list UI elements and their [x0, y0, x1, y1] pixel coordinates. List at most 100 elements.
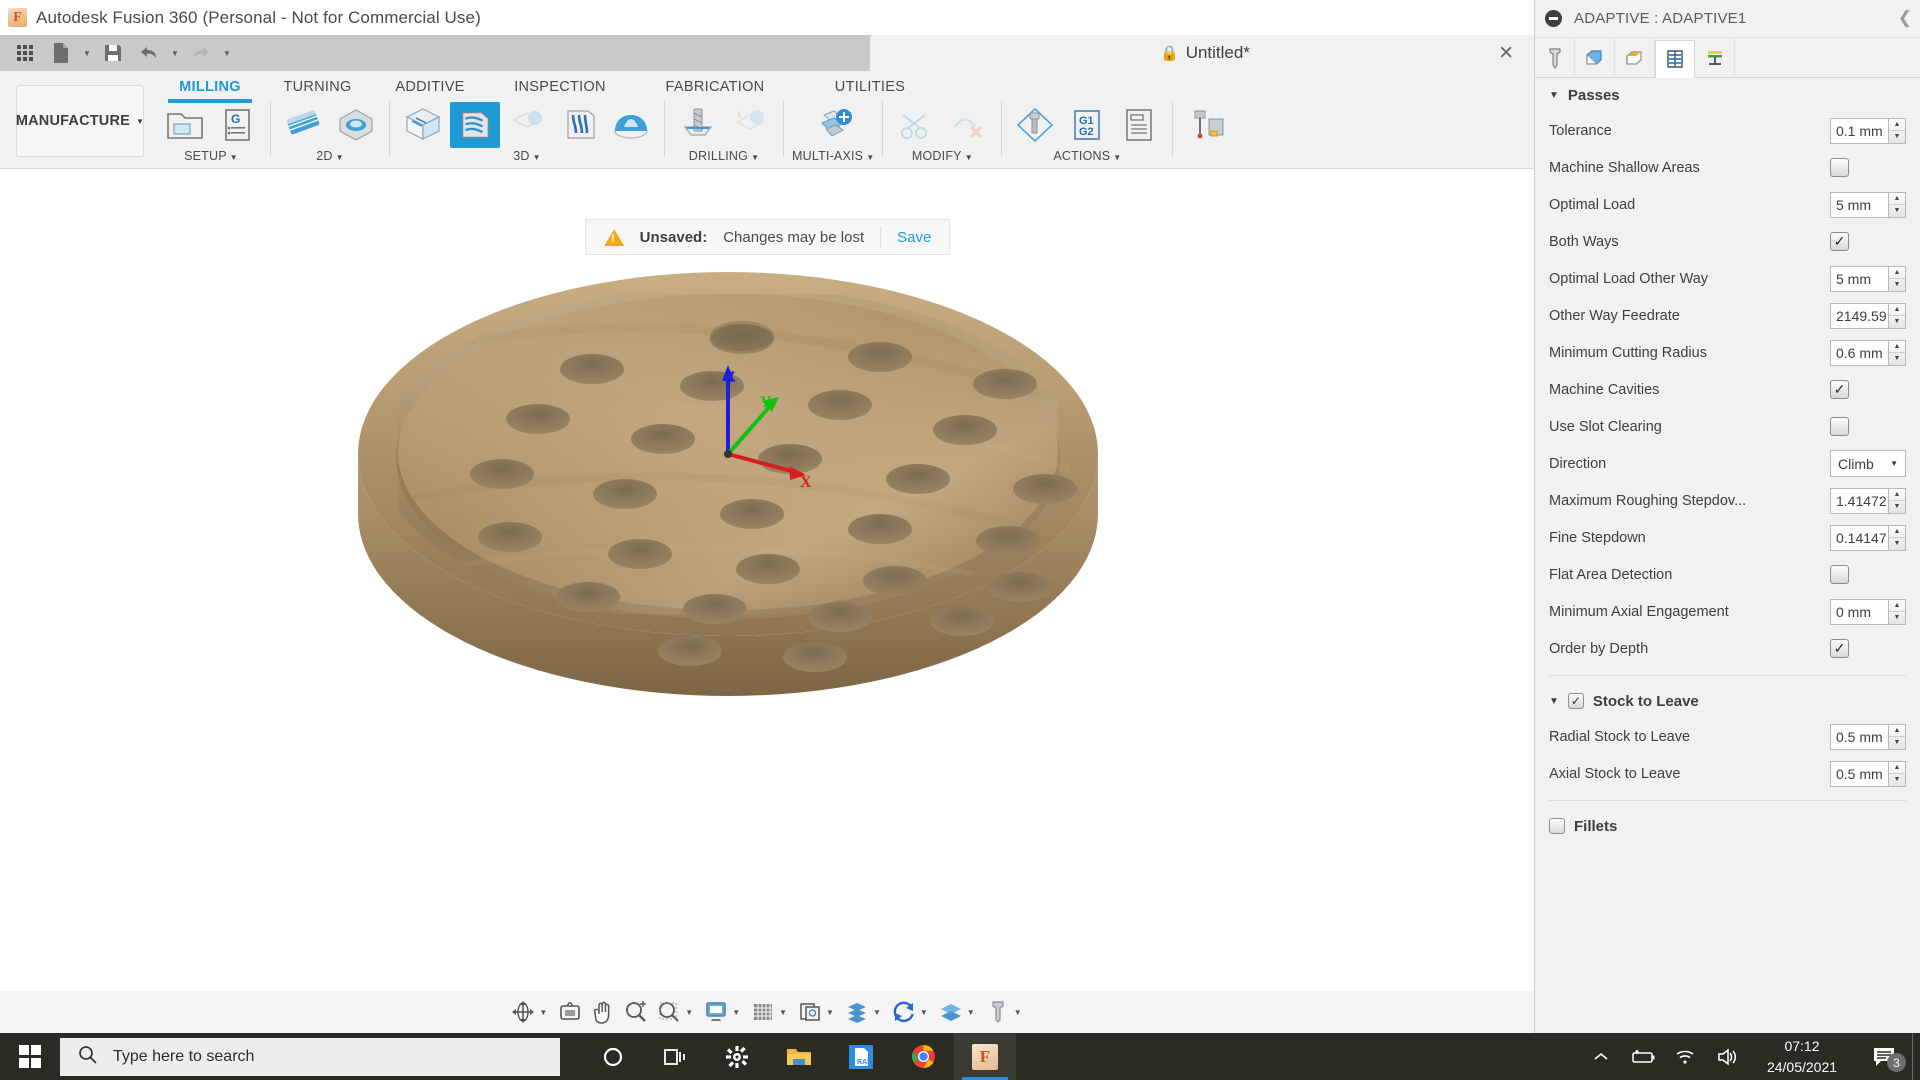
tab-linking[interactable] [1695, 39, 1735, 77]
flat-area-detection-checkbox[interactable] [1830, 565, 1849, 584]
document-tab[interactable]: 🔒 Untitled* ✕ [870, 35, 1540, 71]
tolerance-input[interactable] [1830, 118, 1888, 144]
minimum-cutting-radius-spinner[interactable]: ▲▼ [1830, 340, 1906, 366]
fusion360-icon[interactable]: F [954, 1033, 1016, 1080]
zoom-window-control[interactable]: ▼ [654, 998, 698, 1026]
tab-utilities[interactable]: UTILITIES [795, 71, 945, 99]
new-file-caret-icon[interactable]: ▼ [80, 38, 94, 68]
stock-visibility-icon[interactable] [842, 998, 872, 1026]
optimal-load-other-way-input[interactable] [1830, 266, 1888, 292]
app-grid-icon[interactable] [8, 38, 42, 68]
axial-stock-to-leave-spinner[interactable]: ▲▼ [1830, 761, 1906, 787]
adaptive-clearing-icon[interactable] [450, 102, 500, 148]
parallel-3d-icon[interactable] [398, 102, 448, 148]
delete-toolpath-icon[interactable] [943, 102, 993, 148]
zoom-icon[interactable] [621, 998, 651, 1026]
bore-icon[interactable] [725, 102, 775, 148]
minimum-axial-engagement-spinner[interactable]: ▲▼ [1830, 599, 1906, 625]
minimum-axial-engagement-input[interactable] [1830, 599, 1888, 625]
both-ways-checkbox[interactable]: ✓ [1830, 232, 1849, 251]
simulation-refresh-icon[interactable] [889, 998, 919, 1026]
spinner-buttons[interactable]: ▲▼ [1888, 303, 1906, 329]
viewports-icon[interactable] [795, 998, 825, 1026]
layers-control[interactable]: ▼ [936, 998, 980, 1026]
undo-caret-icon[interactable]: ▼ [168, 38, 182, 68]
grid-snaps-icon[interactable] [748, 998, 778, 1026]
viewport[interactable]: Unsaved: Changes may be lost Save [0, 169, 1535, 1010]
machine-cavities-checkbox[interactable]: ✓ [1830, 380, 1849, 399]
machine-shallow-areas-checkbox[interactable] [1830, 158, 1849, 177]
tab-milling[interactable]: MILLING [160, 71, 260, 99]
battery-charging-icon[interactable] [1622, 1033, 1664, 1080]
zoom-window-icon[interactable] [654, 998, 684, 1026]
minimum-cutting-radius-input[interactable] [1830, 340, 1888, 366]
stock-visibility-control[interactable]: ▼ [842, 998, 886, 1026]
ncprogram-icon[interactable]: G1G2 [1062, 102, 1112, 148]
radial-stock-to-leave-input[interactable] [1830, 724, 1888, 750]
simulation-refresh-control[interactable]: ▼ [889, 998, 933, 1026]
use-slot-clearing-checkbox[interactable] [1830, 417, 1849, 436]
chevron-down-icon[interactable]: ▼ [826, 1008, 834, 1017]
multi-axis-icon[interactable] [808, 102, 858, 148]
other-way-feedrate-spinner[interactable]: ▲▼ [1830, 303, 1906, 329]
tool-icon[interactable] [983, 998, 1013, 1026]
setup-sheet-icon[interactable] [1114, 102, 1164, 148]
fine-stepdown-input[interactable] [1830, 525, 1888, 551]
trim-icon[interactable] [891, 102, 941, 148]
tab-geometry[interactable] [1575, 39, 1615, 77]
cortana-icon[interactable] [582, 1033, 644, 1080]
show-hidden-icons-icon[interactable] [1580, 1033, 1622, 1080]
action-center-icon[interactable]: 3 [1856, 1033, 1912, 1080]
chevron-down-icon[interactable]: ▼ [539, 1008, 547, 1017]
post-process-icon[interactable]: G [212, 102, 262, 148]
chevron-left-icon[interactable]: ❮ [1898, 8, 1912, 28]
minus-circle-icon[interactable] [1545, 10, 1562, 27]
task-view-icon[interactable] [644, 1033, 706, 1080]
chevron-down-icon[interactable]: ▼ [1549, 90, 1559, 101]
spinner-buttons[interactable]: ▲▼ [1888, 488, 1906, 514]
wifi-icon[interactable] [1664, 1033, 1706, 1080]
pocket-clearing-icon[interactable] [502, 102, 552, 148]
redo-caret-icon[interactable]: ▼ [220, 38, 234, 68]
look-at-icon[interactable] [555, 998, 585, 1026]
optimal-load-input[interactable] [1830, 192, 1888, 218]
show-desktop-button[interactable] [1912, 1033, 1920, 1080]
spinner-buttons[interactable]: ▲▼ [1888, 266, 1906, 292]
stock-to-leave-checkbox[interactable]: ✓ [1568, 693, 1584, 709]
chrome-icon[interactable] [892, 1033, 954, 1080]
save-icon[interactable] [96, 38, 130, 68]
maximum-roughing-stepdown-spinner[interactable]: ▲▼ [1830, 488, 1906, 514]
volume-icon[interactable] [1706, 1033, 1748, 1080]
tool-control[interactable]: ▼ [983, 998, 1027, 1026]
chevron-down-icon[interactable]: ▼ [967, 1008, 975, 1017]
pocket-2d-icon[interactable] [331, 102, 381, 148]
contour-3d-icon[interactable] [554, 102, 604, 148]
axial-stock-to-leave-input[interactable] [1830, 761, 1888, 787]
winrar-icon[interactable]: RAR [830, 1033, 892, 1080]
taskbar-clock[interactable]: 07:12 24/05/2021 [1748, 1036, 1856, 1078]
workspace-selector[interactable]: MANUFACTURE ▼ [16, 85, 144, 157]
spinner-buttons[interactable]: ▲▼ [1888, 192, 1906, 218]
spinner-buttons[interactable]: ▲▼ [1888, 118, 1906, 144]
chevron-down-icon[interactable]: ▼ [873, 1008, 881, 1017]
fine-stepdown-spinner[interactable]: ▲▼ [1830, 525, 1906, 551]
grid-snaps-control[interactable]: ▼ [748, 998, 792, 1026]
machine-probe-icon[interactable] [1181, 102, 1231, 148]
spinner-buttons[interactable]: ▲▼ [1888, 340, 1906, 366]
layers-icon[interactable] [936, 998, 966, 1026]
chevron-down-icon[interactable]: ▼ [1549, 696, 1559, 707]
scallop-icon[interactable] [606, 102, 656, 148]
group-header-stock-to-leave[interactable]: ▼ ✓ Stock to Leave [1535, 684, 1920, 718]
tab-heights[interactable] [1615, 39, 1655, 77]
display-settings-control[interactable]: ▼ [701, 998, 745, 1026]
spinner-buttons[interactable]: ▲▼ [1888, 761, 1906, 787]
settings-icon[interactable] [706, 1033, 768, 1080]
tab-passes[interactable] [1655, 40, 1695, 78]
optimal-load-other-way-spinner[interactable]: ▲▼ [1830, 266, 1906, 292]
orbit-control[interactable]: ▼ [508, 998, 552, 1026]
pan-icon[interactable] [588, 998, 618, 1026]
viewports-control[interactable]: ▼ [795, 998, 839, 1026]
tolerance-spinner[interactable]: ▲▼ [1830, 118, 1906, 144]
save-link[interactable]: Save [897, 229, 931, 246]
setup-icon[interactable] [160, 102, 210, 148]
